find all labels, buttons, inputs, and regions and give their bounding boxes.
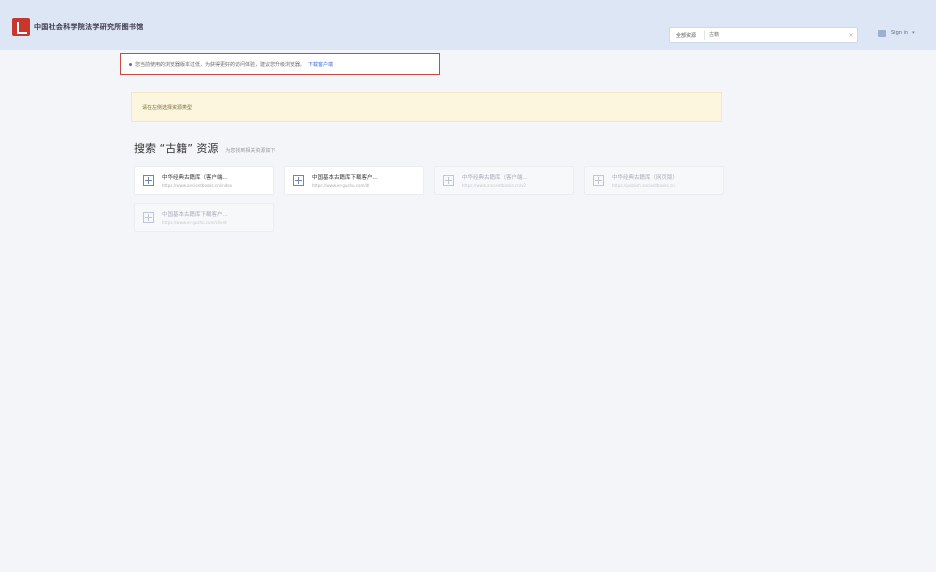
- search-input[interactable]: [705, 29, 845, 41]
- database-icon: [143, 212, 154, 223]
- resource-card[interactable]: 中国基本古籍库下载客户... https://www.er-gushu.com/…: [134, 203, 274, 232]
- results-subtitle: 为您找到相关资源如下: [225, 148, 276, 154]
- chevron-down-icon: ▾: [912, 30, 915, 36]
- resource-card-title: 中华经典古籍库（网页版）: [612, 175, 679, 181]
- notice-text: 您当前使用的浏览器版本过低，为获得更好的访问体验，建议您升级浏览器。: [135, 61, 306, 68]
- logo-text: 中国社会科学院法学研究所图书馆: [34, 23, 144, 31]
- user-label: Sign in: [891, 30, 909, 36]
- resource-card-url: https://www.er-gushu.com/dl: [312, 183, 370, 188]
- browser-notice: 您当前使用的浏览器版本过低，为获得更好的访问体验，建议您升级浏览器。 下载客户端: [120, 53, 440, 75]
- logo-emblem-icon: [12, 18, 30, 36]
- site-logo[interactable]: 中国社会科学院法学研究所图书馆: [12, 18, 144, 36]
- resource-card-title: 中国基本古籍库下载客户...: [162, 212, 228, 218]
- database-icon: [293, 175, 304, 186]
- database-icon: [443, 175, 454, 186]
- resource-card-url: https://www.ancientbooks.cn/index: [162, 183, 233, 188]
- resource-card[interactable]: 中华经典古籍库（客户端... https://www.ancientbooks.…: [434, 166, 574, 195]
- resource-card-url: https://publish.ancientbooks.cn: [612, 183, 675, 188]
- search-scope-select[interactable]: 全部资源: [670, 30, 706, 40]
- results-title: 搜索 “古籍” 资源: [134, 142, 219, 155]
- tip-banner: 请在左侧选择资源类型: [131, 92, 722, 122]
- resource-card[interactable]: 中华经典古籍库（网页版） https://publish.ancientbook…: [584, 166, 724, 195]
- resource-card-url: https://www.ancientbooks.cn/v2: [462, 183, 527, 188]
- resource-card-url: https://www.er-gushu.com/client: [162, 220, 227, 225]
- database-icon: [143, 175, 154, 186]
- resource-card[interactable]: 中华经典古籍库（客户端... https://www.ancientbooks.…: [134, 166, 274, 195]
- download-client-link[interactable]: 下载客户端: [308, 61, 333, 68]
- resource-card[interactable]: 中国基本古籍库下载客户... https://www.er-gushu.com/…: [284, 166, 424, 195]
- search-box: 全部资源 ×: [669, 27, 858, 43]
- tip-text: 请在左侧选择资源类型: [142, 105, 193, 111]
- clear-icon[interactable]: ×: [845, 32, 857, 39]
- resource-card-title: 中华经典古籍库（客户端...: [462, 175, 528, 181]
- database-icon: [593, 175, 604, 186]
- user-icon: [877, 28, 887, 38]
- top-header: 中国社会科学院法学研究所图书馆 全部资源 × Sign in ▾: [0, 0, 936, 50]
- resource-card-title: 中华经典古籍库（客户端...: [162, 175, 228, 181]
- resource-card-title: 中国基本古籍库下载客户...: [312, 175, 378, 181]
- notice-dot-icon: [129, 62, 132, 66]
- user-menu[interactable]: Sign in ▾: [877, 28, 915, 38]
- results-heading: 搜索 “古籍” 资源 为您找到相关资源如下: [134, 140, 275, 156]
